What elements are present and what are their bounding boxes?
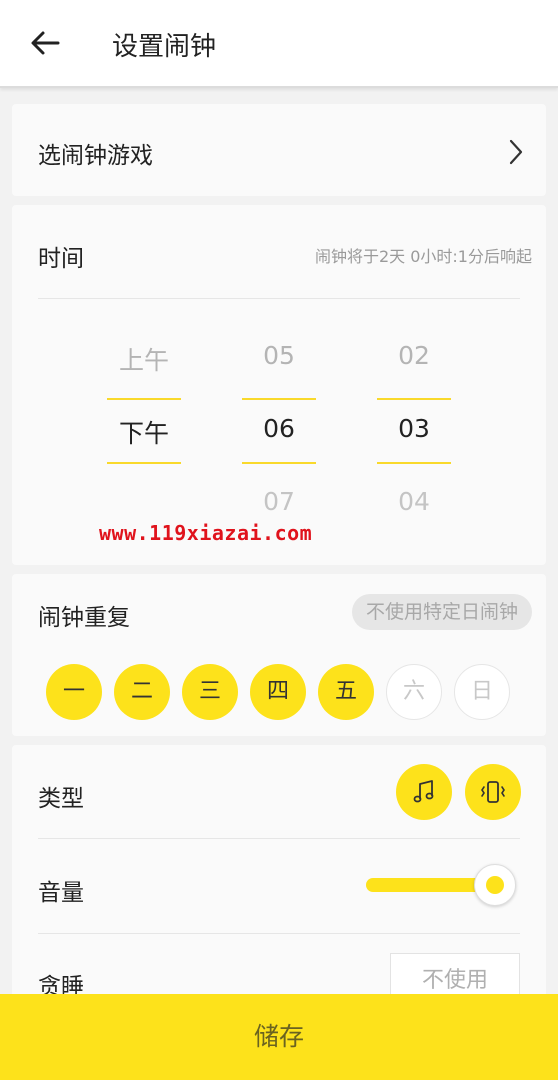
type-label: 类型 xyxy=(38,786,84,812)
vibrate-type-button[interactable] xyxy=(465,764,521,820)
volume-slider-knob[interactable] xyxy=(474,864,516,906)
time-card: 时间 闹钟将于2天 0小时:1分后响起 上午 下午 05 06 07 02 03… xyxy=(12,205,546,565)
day-sun[interactable]: 日 xyxy=(454,664,510,720)
alarm-countdown-hint: 闹钟将于2天 0小时:1分后响起 xyxy=(314,247,532,266)
app-bar: 设置闹钟 xyxy=(0,0,558,88)
divider xyxy=(38,933,520,934)
minute-picker[interactable]: 02 03 04 xyxy=(377,325,451,535)
select-game-label: 选闹钟游戏 xyxy=(38,143,153,169)
no-specific-day-button[interactable]: 不使用特定日闹钟 xyxy=(351,594,532,630)
day-thu[interactable]: 四 xyxy=(250,664,306,720)
minute-next[interactable]: 04 xyxy=(377,487,451,516)
ampm-picker[interactable]: 上午 下午 xyxy=(107,325,181,535)
music-note-icon xyxy=(413,780,434,803)
select-game-row[interactable]: 选闹钟游戏 xyxy=(12,104,546,196)
sound-type-button[interactable] xyxy=(396,764,452,820)
hour-prev[interactable]: 05 xyxy=(242,341,316,370)
picker-highlight-line xyxy=(242,398,316,400)
hour-picker[interactable]: 05 06 07 xyxy=(242,325,316,535)
hour-next[interactable]: 07 xyxy=(242,487,316,516)
day-mon[interactable]: 一 xyxy=(46,664,102,720)
page-title: 设置闹钟 xyxy=(112,32,217,62)
picker-highlight-line xyxy=(377,462,451,464)
watermark-text: www.119xiazai.com xyxy=(99,521,313,545)
time-label: 时间 xyxy=(38,246,84,272)
picker-highlight-line xyxy=(242,462,316,464)
repeat-card: 闹钟重复 不使用特定日闹钟 一 二 三 四 五 六 日 xyxy=(12,574,546,736)
ampm-prev[interactable]: 上午 xyxy=(107,341,181,377)
day-wed[interactable]: 三 xyxy=(182,664,238,720)
vibrate-phone-icon xyxy=(481,781,505,803)
chevron-right-icon xyxy=(509,139,523,165)
repeat-label: 闹钟重复 xyxy=(38,605,130,631)
divider xyxy=(38,298,520,299)
picker-highlight-line xyxy=(107,398,181,400)
picker-highlight-line xyxy=(107,462,181,464)
day-sat[interactable]: 六 xyxy=(386,664,442,720)
divider xyxy=(38,838,520,839)
hour-selected[interactable]: 06 xyxy=(242,414,316,443)
arrow-left-icon[interactable] xyxy=(28,26,62,60)
ampm-selected[interactable]: 下午 xyxy=(107,414,181,450)
volume-label: 音量 xyxy=(38,880,84,906)
day-tue[interactable]: 二 xyxy=(114,664,170,720)
day-fri[interactable]: 五 xyxy=(318,664,374,720)
minute-selected[interactable]: 03 xyxy=(377,414,451,443)
picker-highlight-line xyxy=(377,398,451,400)
save-button[interactable]: 储存 xyxy=(0,994,558,1080)
minute-prev[interactable]: 02 xyxy=(377,341,451,370)
